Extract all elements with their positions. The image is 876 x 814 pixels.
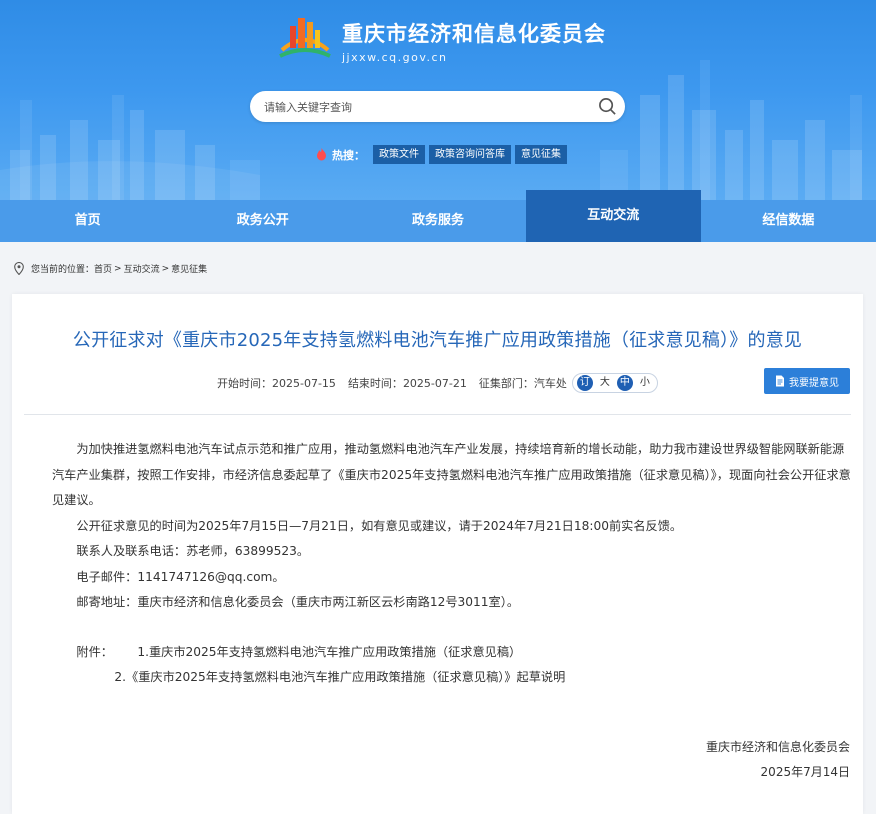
submit-opinion-label: 我要提意见 — [789, 377, 839, 389]
nav-item-gov-services[interactable]: 政务服务 — [350, 200, 525, 242]
attachment-link-2[interactable]: 2.《重庆市2025年支持氢燃料电池汽车推广应用政策措施（征求意见稿）》起草说明 — [90, 665, 565, 691]
hot-tag-opinion[interactable]: 意见征集 — [515, 145, 567, 164]
search-input[interactable] — [262, 91, 586, 124]
start-time-value: 2025-07-15 — [272, 376, 336, 390]
attachments-label: 附件： — [76, 644, 113, 659]
font-medium-button[interactable]: 中 — [616, 375, 633, 391]
search-bar — [250, 91, 625, 124]
site-logo[interactable]: 重庆市经济和信息化委员会 jjxxw.cq.gov.cn — [276, 12, 606, 64]
breadcrumb-interaction[interactable]: 互动交流 — [124, 262, 160, 275]
flame-icon — [317, 147, 326, 160]
page-title: 公开征求对《重庆市2025年支持氢燃料电池汽车推广应用政策措施（征求意见稿）》的… — [72, 330, 803, 351]
nav-item-interaction-label: 互动交流 — [587, 208, 640, 223]
breadcrumb-separator: > — [161, 263, 170, 274]
font-subscribe-button[interactable]: 订 — [576, 375, 593, 391]
nav-item-home[interactable]: 首页 — [0, 200, 175, 242]
submit-opinion-button[interactable]: 我要提意见 — [764, 368, 850, 394]
font-size-switcher: 订 大 中 小 — [571, 373, 658, 393]
article-meta: 开始时间： 2025-07-15 结束时间： 2025-07-21 征集部门： … — [217, 373, 658, 393]
breadcrumb: 您当前的位置： 首页 > 互动交流 > 意见征集 — [13, 262, 207, 275]
body-paragraph-deadline: 公开征求意见的时间为2025年7月15日—7月21日，如有意见或建议，请于202… — [76, 518, 683, 533]
nav-item-gov-affairs[interactable]: 政务公开 — [175, 200, 350, 242]
signature-date: 2025年7月14日 — [760, 765, 850, 779]
nav-item-interaction[interactable]: 互动交流 — [525, 190, 702, 242]
title-divider — [24, 414, 851, 415]
nav-item-data[interactable]: 经信数据 — [701, 200, 876, 242]
hot-tag-policy-docs[interactable]: 政策文件 — [373, 145, 425, 164]
article-body: 为加快推进氢燃料电池汽车试点示范和推广应用，推动氢燃料电池汽车产业发展，持续培育… — [52, 437, 852, 691]
attachments-block: 附件： 1.重庆市2025年支持氢燃料电池汽车推广应用政策措施（征求意见稿） 2… — [52, 640, 852, 691]
location-pin-icon — [14, 262, 24, 275]
site-header: 重庆市经济和信息化委员会 jjxxw.cq.gov.cn 热搜： 政策文件 政策… — [0, 0, 876, 200]
breadcrumb-prefix: 您当前的位置： — [31, 265, 95, 275]
signature-org: 重庆市经济和信息化委员会 — [705, 740, 850, 754]
body-address: 邮寄地址：重庆市经济和信息化委员会（重庆市两江新区云杉南路12号3011室）。 — [76, 595, 520, 609]
document-icon — [776, 375, 784, 387]
site-title: 重庆市经济和信息化委员会 — [342, 22, 606, 46]
attachment-row: 附件： 1.重庆市2025年支持氢燃料电池汽车推广应用政策措施（征求意见稿） — [52, 640, 852, 666]
font-small-button[interactable]: 小 — [637, 375, 653, 391]
breadcrumb-separator: > — [114, 263, 122, 274]
body-email: 电子邮件：1141747126@qq.com。 — [76, 569, 285, 584]
body-contact: 联系人及联系电话：苏老师，63899523。 — [76, 544, 310, 558]
dept-value: 汽车处 — [533, 377, 567, 390]
signature-block: 重庆市经济和信息化委员会 2025年7月14日 — [706, 735, 850, 785]
start-time-label: 开始时间： — [217, 377, 272, 390]
hot-search-label: 热搜： — [332, 148, 365, 162]
body-paragraph-intro: 为加快推进氢燃料电池汽车试点示范和推广应用，推动氢燃料电池汽车产业发展，持续培育… — [52, 442, 851, 507]
attachment-link-1[interactable]: 1.重庆市2025年支持氢燃料电池汽车推广应用政策措施（征求意见稿） — [113, 640, 521, 666]
dept-label: 征集部门： — [478, 377, 534, 390]
end-time-label: 结束时间： — [347, 377, 403, 390]
font-large-button[interactable]: 大 — [597, 375, 613, 391]
end-time-value: 2025-07-21 — [402, 376, 467, 390]
attachment-row: 2.《重庆市2025年支持氢燃料电池汽车推广应用政策措施（征求意见稿）》起草说明 — [52, 665, 876, 691]
hot-tag-policy-qa[interactable]: 政策咨询问答库 — [429, 145, 511, 164]
breadcrumb-home[interactable]: 首页 — [94, 262, 112, 275]
search-icon[interactable] — [598, 97, 617, 116]
site-domain: jjxxw.cq.gov.cn — [342, 51, 448, 64]
hot-search-row: 热搜： 政策文件 政策咨询问答库 意见征集 — [315, 145, 571, 164]
article-card: 公开征求对《重庆市2025年支持氢燃料电池汽车推广应用政策措施（征求意见稿）》的… — [12, 294, 863, 814]
emblem-logo-icon — [279, 18, 331, 58]
breadcrumb-opinion[interactable]: 意见征集 — [171, 262, 207, 275]
main-nav: 首页 政务公开 政务服务 互动交流 经信数据 — [0, 190, 876, 242]
